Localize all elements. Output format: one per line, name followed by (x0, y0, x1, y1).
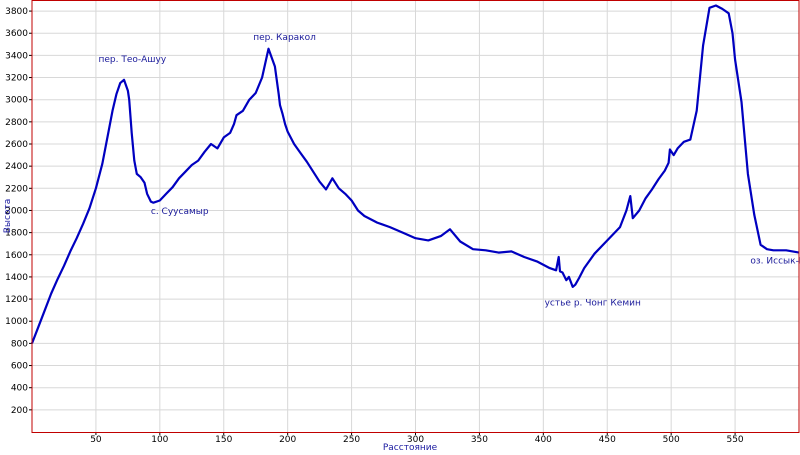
x-tick-label: 150 (215, 435, 232, 445)
y-tick-label: 1400 (5, 273, 28, 283)
y-tick-label: 3600 (5, 29, 28, 39)
x-tick-label: 350 (471, 435, 488, 445)
y-tick-label: 3800 (5, 7, 28, 17)
x-tick-label: 250 (343, 435, 360, 445)
y-tick-label: 2600 (5, 140, 28, 150)
x-tick-label: 50 (90, 435, 102, 445)
y-tick-label: 3000 (5, 96, 28, 106)
x-tick-label: 100 (151, 435, 168, 445)
annotation-label: пер. Тео-Ашуу (99, 55, 167, 65)
x-tick-label: 200 (279, 435, 296, 445)
annotation-label: устье р. Чонг Кемин (545, 299, 641, 309)
annotation-label: с. Суусамыр (151, 207, 209, 217)
y-tick-label: 1000 (5, 317, 28, 327)
y-tick-label: 2200 (5, 184, 28, 194)
y-tick-label: 800 (11, 339, 28, 349)
x-tick-label: 550 (726, 435, 743, 445)
elevation-profile-chart: 2004006008001000120014001600180020002200… (3, 0, 800, 453)
y-tick-label: 3400 (5, 51, 28, 61)
x-tick-label: 450 (599, 435, 616, 445)
x-tick-label: 400 (535, 435, 552, 445)
x-axis-title: Расстояние (383, 443, 438, 453)
annotation-label: пер. Каракол (253, 33, 316, 43)
y-tick-label: 400 (11, 384, 28, 394)
y-tick-label: 3200 (5, 74, 28, 84)
y-tick-label: 1200 (5, 295, 28, 305)
x-tick-label: 500 (663, 435, 680, 445)
y-tick-label: 200 (11, 406, 28, 416)
annotation-label: оз. Иссык-Куль (750, 257, 800, 267)
y-tick-label: 1600 (5, 251, 28, 261)
y-tick-label: 2800 (5, 118, 28, 128)
y-tick-label: 600 (11, 362, 28, 372)
y-tick-label: 2400 (5, 162, 28, 172)
y-axis-title: Высота (3, 199, 13, 234)
